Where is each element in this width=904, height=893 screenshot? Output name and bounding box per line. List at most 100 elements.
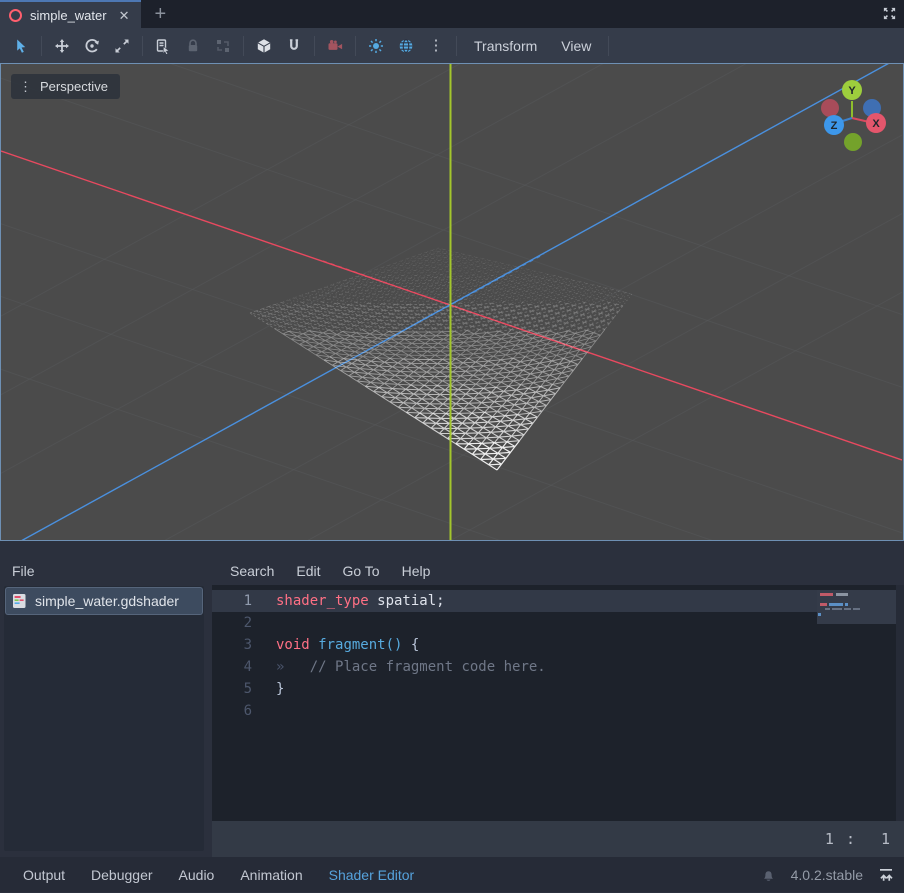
axis-gizmo[interactable]: Y X Z (805, 75, 900, 155)
code-line[interactable]: 3 void fragment() { (212, 634, 904, 656)
scene-tab-label: simple_water (30, 8, 107, 23)
tab-audio[interactable]: Audio (166, 867, 228, 883)
code-minimap[interactable] (817, 590, 896, 624)
sun-environment-menu-icon[interactable]: ⋮ (421, 33, 451, 59)
editor-statusbar: 1 : 1 (212, 821, 904, 857)
file-menubar: File (0, 556, 208, 585)
panel-splitter[interactable] (0, 541, 904, 556)
viewport-menu-icon[interactable]: ⋮ (19, 80, 32, 93)
version-label: 4.0.2.stable (791, 867, 863, 883)
scene-icon (9, 9, 22, 22)
shader-file-icon (12, 593, 27, 609)
gizmo-z-label: Z (831, 120, 838, 132)
minimap-mark (832, 608, 842, 610)
toolbar-separator (456, 36, 457, 56)
editor-menubar: Search Edit Go To Help (212, 556, 904, 585)
move-mode-button[interactable] (47, 33, 77, 59)
code-line[interactable]: 4» // Place fragment code here. (212, 656, 904, 678)
code-line[interactable]: 1 shader_type spatial; (212, 590, 904, 612)
code-line[interactable]: 6 (212, 700, 904, 722)
select-mode-button[interactable] (6, 33, 36, 59)
line-number: 3 (218, 634, 252, 656)
shader-file-list[interactable]: simple_water.gdshader (4, 586, 204, 851)
minimap-mark (818, 613, 821, 616)
toolbar-separator (142, 36, 143, 56)
scale-mode-button[interactable] (107, 33, 137, 59)
snap-toggle-button[interactable] (279, 33, 309, 59)
code-token: shader_type (276, 593, 369, 609)
help-menu[interactable]: Help (391, 563, 442, 579)
editor-scrollbar[interactable] (896, 585, 904, 821)
sun-settings-button[interactable] (361, 33, 391, 59)
lock-selected-button[interactable] (178, 33, 208, 59)
code-line[interactable]: 5} (212, 678, 904, 700)
minimap-mark (820, 603, 827, 606)
gizmo-y-label: Y (848, 85, 856, 97)
minimap-mark (836, 593, 848, 596)
minimap-mark (845, 603, 848, 606)
cursor-column: 1 (881, 830, 890, 848)
code-area[interactable]: 1 shader_type spatial; 2 3 void fragment()… (212, 585, 904, 821)
transform-menu[interactable]: Transform (462, 38, 549, 54)
distraction-free-icon[interactable] (882, 6, 897, 21)
expand-bottom-panel-icon[interactable] (878, 867, 894, 882)
tab-output[interactable]: Output (10, 867, 78, 883)
3d-viewport[interactable]: ⋮ Perspective Y X Z (0, 63, 904, 541)
file-item-label: simple_water.gdshader (35, 593, 179, 609)
gizmo-x-label: X (872, 118, 880, 130)
toolbar-separator (41, 36, 42, 56)
minimap-mark (844, 608, 851, 610)
minimap-mark (825, 608, 830, 610)
code-token: spatial; (369, 593, 445, 609)
perspective-button[interactable]: ⋮ Perspective (11, 74, 120, 99)
tab-shader-editor[interactable]: Shader Editor (316, 867, 428, 883)
line-number: 2 (218, 612, 252, 634)
bottom-dock-bar: Output Debugger Audio Animation Shader E… (0, 857, 904, 892)
toolbar-separator (355, 36, 356, 56)
shader-panel: File simple_water.gdshader Search Edit G… (0, 556, 904, 857)
perspective-label: Perspective (40, 79, 108, 94)
line-number: 1 (218, 590, 252, 612)
code-token: { (402, 637, 419, 653)
new-scene-button[interactable]: + (155, 4, 167, 24)
minimap-mark (853, 608, 860, 610)
file-menu[interactable]: File (12, 563, 35, 579)
cursor-separator: : (846, 830, 855, 848)
search-menu[interactable]: Search (219, 563, 285, 579)
file-item-simple-water[interactable]: simple_water.gdshader (6, 588, 202, 614)
notification-bell-icon[interactable] (761, 867, 776, 882)
toolbar-separator (314, 36, 315, 56)
gizmo-axis-neg-y[interactable] (844, 133, 862, 151)
code-token (310, 637, 318, 653)
view-menu[interactable]: View (549, 38, 603, 54)
code-line[interactable]: 2 (212, 612, 904, 634)
line-number: 5 (218, 678, 252, 700)
viewport-canvas[interactable] (1, 64, 902, 540)
edit-menu[interactable]: Edit (285, 563, 331, 579)
code-token: void (276, 637, 310, 653)
toolbar-separator (243, 36, 244, 56)
cursor-line: 1 (825, 830, 834, 848)
tab-animation[interactable]: Animation (227, 867, 315, 883)
spatial-toolbar: ⋮ Transform View (0, 28, 904, 63)
camera-preview-button[interactable] (320, 33, 350, 59)
code-token: fragment() (318, 637, 402, 653)
group-selected-button[interactable] (208, 33, 238, 59)
rotate-mode-button[interactable] (77, 33, 107, 59)
scene-tab[interactable]: simple_water ✕ (0, 0, 141, 28)
line-number: 6 (218, 700, 252, 722)
shader-file-panel: File simple_water.gdshader (0, 556, 208, 857)
list-select-button[interactable] (148, 33, 178, 59)
goto-menu[interactable]: Go To (331, 563, 390, 579)
tab-close-icon[interactable]: ✕ (119, 9, 130, 22)
gizmo-axis-neg-x[interactable] (821, 99, 839, 117)
code-token: // Place fragment code here. (284, 659, 545, 675)
toolbar-separator (608, 36, 609, 56)
code-token: } (276, 681, 284, 697)
instance-cube-button[interactable] (249, 33, 279, 59)
environment-settings-button[interactable] (391, 33, 421, 59)
minimap-mark (829, 603, 843, 606)
line-number: 4 (218, 656, 252, 678)
tab-debugger[interactable]: Debugger (78, 867, 166, 883)
scene-tabbar: simple_water ✕ + (0, 0, 904, 28)
